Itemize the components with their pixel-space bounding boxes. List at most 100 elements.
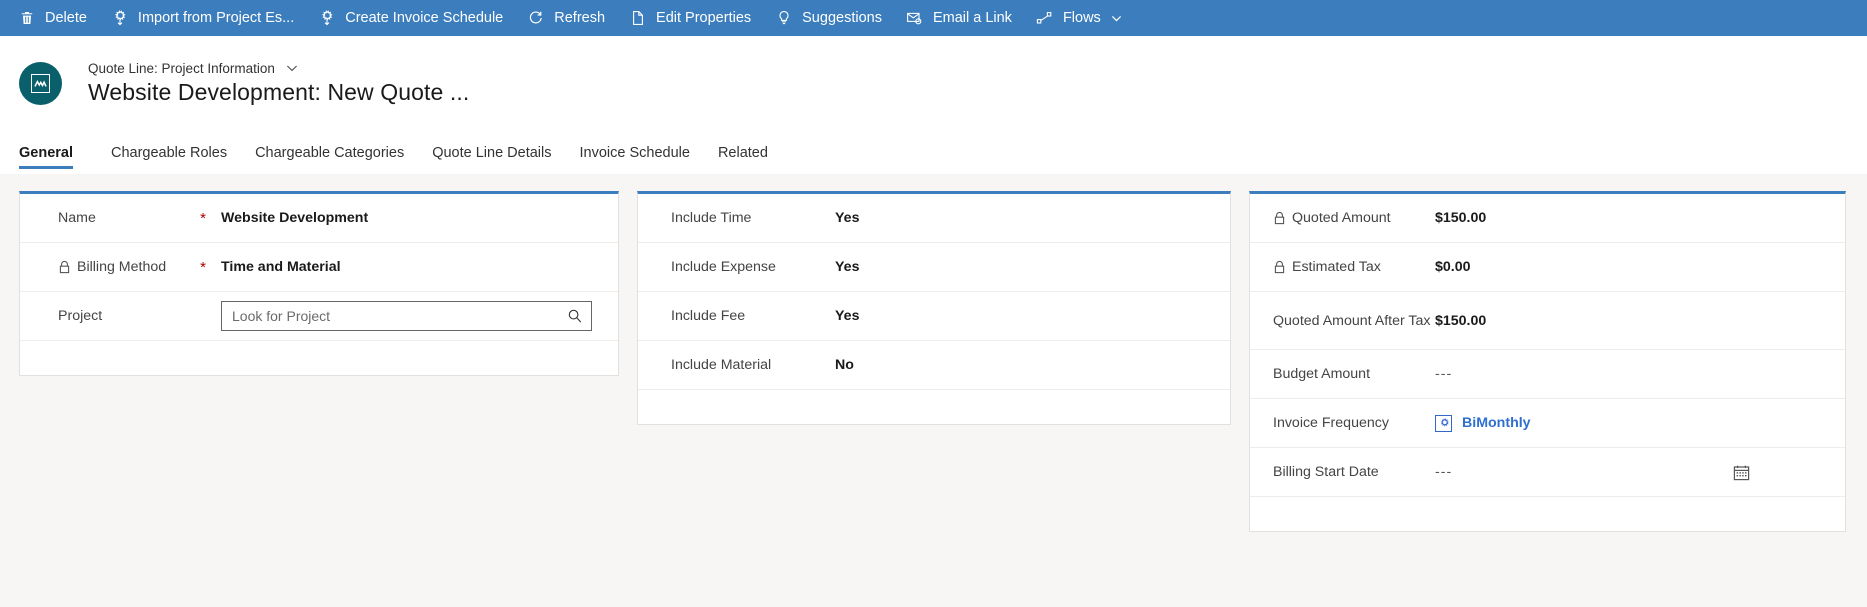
tab-label: Related: [717, 145, 768, 161]
tab-label: Chargeable Roles: [111, 145, 228, 161]
command-edit-properties[interactable]: Edit Properties: [617, 0, 763, 36]
tab-related[interactable]: Related: [704, 145, 782, 173]
field-value-include-fee[interactable]: Yes: [823, 308, 1214, 324]
field-label-include-expense: Include Expense: [638, 259, 823, 275]
required-indicator: *: [200, 258, 206, 276]
field-label-budget-amount: Budget Amount: [1250, 366, 1435, 382]
field-row-quoted-amount: Quoted Amount $150.00: [1250, 194, 1845, 243]
flows-icon: [1036, 9, 1054, 27]
field-row-invoice-frequency: Invoice Frequency BiMonthly: [1250, 399, 1845, 448]
field-label-estimated-tax: Estimated Tax: [1250, 259, 1435, 275]
card-amounts: Quoted Amount $150.00 Estimated Tax $0.0…: [1249, 191, 1846, 532]
form-body: Name * Website Development Billing Metho…: [0, 174, 1867, 607]
command-suggestions[interactable]: Suggestions: [763, 0, 894, 36]
command-label: Refresh: [554, 9, 606, 26]
field-row-include-expense: Include Expense Yes: [638, 243, 1230, 292]
search-input[interactable]: Look for Project: [232, 308, 567, 324]
card-spacer: [1250, 497, 1845, 531]
field-value-invoice-frequency[interactable]: BiMonthly: [1435, 414, 1829, 432]
field-label-billing-start-date: Billing Start Date: [1250, 464, 1435, 480]
command-email-a-link[interactable]: Email a Link: [894, 0, 1024, 36]
form-tabs: General Chargeable Roles Chargeable Cate…: [0, 130, 1867, 174]
field-label-quoted-amount-after-tax: Quoted Amount After Tax: [1250, 313, 1435, 329]
label-text: Include Time: [671, 210, 752, 226]
label-text: Include Fee: [671, 308, 746, 324]
label-text: Include Expense: [671, 259, 776, 275]
label-text: Invoice Frequency: [1273, 415, 1389, 431]
command-label: Flows: [1062, 9, 1101, 26]
field-row-estimated-tax: Estimated Tax $0.00: [1250, 243, 1845, 292]
label-text: Name: [58, 210, 96, 226]
command-bar: Delete Import from Project Es... Create …: [0, 0, 1867, 36]
label-text: Billing Method: [77, 259, 167, 275]
required-indicator: *: [200, 209, 206, 227]
field-value-billing-start-date[interactable]: ---: [1435, 464, 1555, 480]
invoice-frequency-link[interactable]: BiMonthly: [1462, 415, 1531, 431]
tab-general[interactable]: General: [19, 145, 87, 173]
tab-label: Quote Line Details: [432, 145, 552, 161]
trash-icon: [18, 9, 36, 27]
calendar-icon[interactable]: [1732, 463, 1829, 482]
field-row-project: Project * Look for Project: [20, 292, 618, 341]
card-spacer: [20, 341, 618, 375]
edit-properties-icon: [629, 9, 647, 27]
command-label: Email a Link: [932, 9, 1012, 26]
command-refresh[interactable]: Refresh: [515, 0, 617, 36]
tab-invoice-schedule[interactable]: Invoice Schedule: [566, 145, 704, 173]
field-label-project: Project: [20, 308, 195, 324]
label-text: Quoted Amount: [1292, 210, 1391, 226]
command-label: Delete: [45, 9, 87, 26]
field-label-invoice-frequency: Invoice Frequency: [1250, 415, 1435, 431]
field-value-include-expense[interactable]: Yes: [823, 259, 1214, 275]
field-label-billing-method: Billing Method: [20, 259, 195, 275]
card-inclusions: Include Time Yes Include Expense Yes Inc…: [637, 191, 1231, 425]
email-link-icon: [906, 9, 924, 27]
label-text: Budget Amount: [1273, 366, 1371, 382]
command-flows[interactable]: Flows: [1024, 0, 1135, 36]
field-value-quoted-amount-after-tax: $150.00: [1435, 312, 1487, 329]
search-icon[interactable]: [567, 308, 583, 324]
tab-label: Invoice Schedule: [579, 145, 690, 161]
field-value-estimated-tax: $0.00: [1435, 259, 1471, 275]
tab-label: Chargeable Categories: [255, 145, 405, 161]
lock-icon: [58, 260, 71, 274]
command-delete[interactable]: Delete: [6, 0, 99, 36]
lock-icon: [1273, 260, 1286, 274]
field-value-quoted-amount: $150.00: [1435, 210, 1487, 226]
record-header: Quote Line: Project Information Website …: [0, 36, 1867, 130]
field-value-include-time[interactable]: Yes: [823, 210, 1214, 226]
lock-icon: [1273, 211, 1286, 225]
chevron-down-icon: [1110, 12, 1123, 25]
chevron-down-icon[interactable]: [285, 61, 299, 75]
tab-chargeable-categories[interactable]: Chargeable Categories: [241, 145, 418, 173]
field-label-include-fee: Include Fee: [638, 308, 823, 324]
field-label-quoted-amount: Quoted Amount: [1250, 210, 1435, 226]
label-text: Estimated Tax: [1292, 259, 1381, 275]
field-value-include-material[interactable]: No: [823, 357, 1214, 373]
field-value-budget-amount[interactable]: ---: [1435, 366, 1829, 382]
entity-form-label: Quote Line: Project Information: [88, 60, 275, 76]
project-lookup[interactable]: Look for Project: [221, 301, 592, 331]
quote-line-entity-icon: [31, 73, 50, 93]
field-value-name[interactable]: Website Development: [221, 210, 602, 226]
command-label: Edit Properties: [656, 9, 752, 26]
tab-chargeable-roles[interactable]: Chargeable Roles: [97, 145, 241, 173]
command-import-from-project-estimate[interactable]: Import from Project Es...: [99, 0, 306, 36]
tab-quote-line-details[interactable]: Quote Line Details: [418, 145, 565, 173]
command-label: Create Invoice Schedule: [345, 9, 504, 26]
field-row-billing-start-date: Billing Start Date ---: [1250, 448, 1845, 497]
field-label-include-material: Include Material: [638, 357, 823, 373]
field-value-billing-method[interactable]: Time and Material: [221, 259, 602, 275]
header-text-block: Quote Line: Project Information Website …: [88, 61, 469, 106]
field-row-name: Name * Website Development: [20, 194, 618, 243]
tab-label: General: [19, 145, 73, 161]
field-row-budget-amount: Budget Amount ---: [1250, 350, 1845, 399]
create-schedule-icon: [318, 9, 336, 27]
label-text: Project: [58, 308, 103, 324]
command-create-invoice-schedule[interactable]: Create Invoice Schedule: [306, 0, 515, 36]
card-spacer: [638, 390, 1230, 424]
entity-form-selector[interactable]: Quote Line: Project Information: [88, 61, 469, 76]
import-icon: [111, 9, 129, 27]
page-title: Website Development: New Quote ...: [88, 78, 470, 105]
field-row-include-time: Include Time Yes: [638, 194, 1230, 243]
